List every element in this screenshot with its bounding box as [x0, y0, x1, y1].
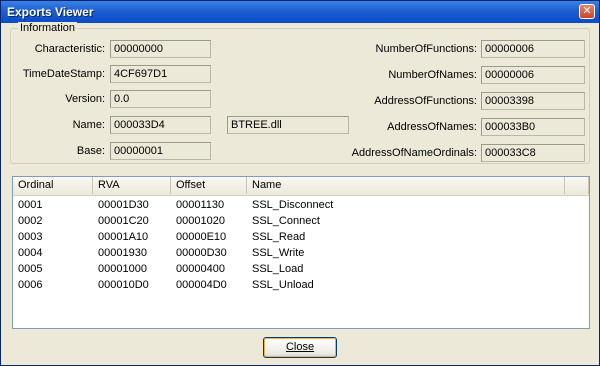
version-value: 0.0 — [110, 90, 211, 108]
table-cell: 000010D0 — [98, 279, 149, 291]
table-cell: 000004D0 — [176, 279, 227, 291]
addressofnames-label: AddressOfNames: — [387, 121, 477, 133]
characteristic-value: 00000000 — [110, 40, 211, 58]
table-row[interactable]: 0006 000010D0 000004D0 SSL_Unload — [13, 278, 589, 293]
table-cell: SSL_Write — [252, 247, 305, 259]
name-label: Name: — [72, 119, 105, 131]
window-title: Exports Viewer — [7, 5, 94, 19]
table-cell: 00001130 — [176, 199, 225, 211]
table-cell: 00001930 — [98, 247, 147, 259]
column-name[interactable]: Name — [247, 177, 565, 194]
addressofnameordinals-label: AddressOfNameOrdinals: — [351, 147, 477, 159]
table-cell: 00001020 — [176, 215, 225, 227]
table-cell: 00001A10 — [98, 231, 149, 243]
column-ordinal[interactable]: Ordinal — [13, 177, 93, 194]
version-label: Version: — [65, 93, 105, 105]
characteristic-label: Characteristic: — [34, 43, 105, 55]
table-cell: 00000E10 — [176, 231, 227, 243]
base-value: 00000001 — [110, 142, 211, 160]
numberoffunctions-value: 00000006 — [481, 40, 585, 58]
table-cell: SSL_Connect — [252, 215, 320, 227]
table-row[interactable]: 0002 00001C20 00001020 SSL_Connect — [13, 214, 589, 229]
name-value: 000033D4 — [110, 116, 211, 134]
table-row[interactable]: 0004 00001930 00000D30 SSL_Write — [13, 246, 589, 261]
base-label: Base: — [76, 145, 105, 157]
table-row[interactable]: 0003 00001A10 00000E10 SSL_Read — [13, 230, 589, 245]
numberofnames-value: 00000006 — [481, 66, 585, 84]
column-offset[interactable]: Offset — [171, 177, 247, 194]
column-rva[interactable]: RVA — [93, 177, 171, 194]
table-cell: 00001D30 — [98, 199, 149, 211]
timedatestamp-label: TimeDateStamp: — [22, 68, 105, 80]
timedatestamp-value: 4CF697D1 — [110, 65, 211, 83]
numberofnames-label: NumberOfNames: — [388, 69, 477, 81]
title-bar[interactable]: Exports Viewer ✕ — [1, 1, 599, 23]
table-row[interactable]: 0005 00001000 00000400 SSL_Load — [13, 262, 589, 277]
addressoffunctions-label: AddressOfFunctions: — [374, 95, 477, 107]
exports-list[interactable]: Ordinal RVA Offset Name 0001 00001D30 0000… — [12, 176, 590, 329]
table-cell: SSL_Unload — [252, 279, 314, 291]
table-cell: 00000D30 — [176, 247, 227, 259]
table-cell: 00001C20 — [98, 215, 149, 227]
numberoffunctions-label: NumberOfFunctions: — [375, 43, 477, 55]
table-cell: SSL_Disconnect — [252, 199, 334, 211]
close-button-label: Close — [285, 341, 315, 353]
table-cell: 0001 — [18, 199, 43, 211]
table-cell: SSL_Load — [252, 263, 304, 275]
table-cell: 0003 — [18, 231, 43, 243]
table-cell: 00001000 — [98, 263, 147, 275]
exports-viewer-window: Exports Viewer ✕ Information Characteris… — [0, 0, 600, 366]
addressofnames-value: 000033B0 — [481, 118, 585, 136]
information-legend: Information — [18, 22, 78, 34]
table-cell: 00000400 — [176, 263, 225, 275]
table-cell: SSL_Read — [252, 231, 306, 243]
table-cell: 0006 — [18, 279, 43, 291]
table-row[interactable]: 0001 00001D30 00001130 SSL_Disconnect — [13, 198, 589, 213]
close-icon[interactable]: ✕ — [579, 4, 595, 19]
table-cell: 0005 — [18, 263, 43, 275]
table-cell: 0004 — [18, 247, 43, 259]
addressoffunctions-value: 00003398 — [481, 92, 585, 110]
list-header: Ordinal RVA Offset Name — [13, 177, 589, 196]
table-cell: 0002 — [18, 215, 43, 227]
close-button[interactable]: Close — [263, 337, 337, 358]
addressofnameordinals-value: 000033C8 — [481, 144, 585, 162]
column-filler — [565, 177, 589, 194]
